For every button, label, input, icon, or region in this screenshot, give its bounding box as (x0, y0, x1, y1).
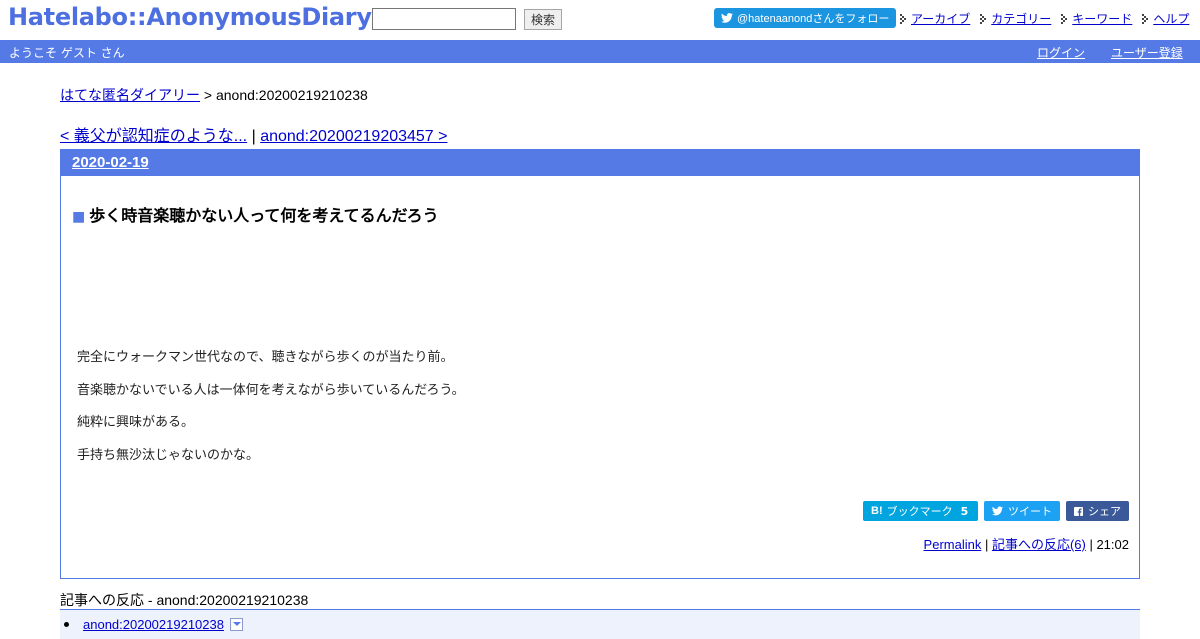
nav-keyword[interactable]: キーワード (1061, 10, 1132, 27)
entry-paragraph: 手持ち無沙汰じゃないのかな。 (77, 447, 260, 463)
entry-paragraph: 音楽聴かないでいる人は一体何を考えながら歩いているんだろう。 (77, 382, 465, 398)
entry-pager: < 義父が認知症のような... | anond:20200219203457 > (60, 122, 448, 146)
entry-body: 完全にウォークマン世代なので、聴きながら歩くのが当たり前。 音楽聴かないでいる人… (77, 349, 465, 479)
header-nav: アーカイブ カテゴリー キーワード ヘルプ (900, 10, 1199, 27)
entry-paragraph: 完全にウォークマン世代なので、聴きながら歩くのが当たり前。 (77, 350, 454, 365)
next-entry-link[interactable]: anond:20200219203457 > (260, 128, 447, 145)
login-link[interactable]: ログイン (1037, 44, 1085, 61)
nav-help[interactable]: ヘルプ (1142, 10, 1189, 27)
entry-title: ■ 歩く時音楽聴かない人って何を考えてるんだろう (72, 202, 439, 226)
entry-time: 21:02 (1096, 537, 1129, 552)
day-section: 2020-02-19 ■ 歩く時音楽聴かない人って何を考えてるんだろう 完全にウォ… (60, 149, 1140, 579)
breadcrumb-current: anond:20200219210238 (215, 87, 368, 103)
entry-paragraph: 純粋に興味がある。 (77, 415, 195, 430)
nav-help-link[interactable]: ヘルプ (1153, 10, 1189, 27)
follow-label: @hatenaanondさんをフォロー (737, 13, 890, 25)
reactions-title: 記事への反応 - anond:20200219210238 (60, 592, 309, 608)
footer-separator: | (981, 537, 992, 552)
twitter-bird-icon (721, 13, 733, 23)
dotted-arrow-icon (1142, 13, 1149, 24)
tweet-button[interactable]: ツイート (984, 501, 1060, 521)
site-logo[interactable]: Hatelabo::AnonymousDiary (8, 3, 372, 31)
bullet-icon (64, 622, 69, 627)
day-header: 2020-02-19 (61, 150, 1139, 176)
twitter-bird-icon (992, 506, 1003, 516)
facebook-share-label: シェア (1088, 505, 1121, 518)
breadcrumb: はてな匿名ダイアリー > anond:20200219210238 (60, 85, 368, 105)
day-date-link[interactable]: 2020-02-19 (72, 154, 149, 171)
hatena-bookmark-label: ブックマーク (886, 505, 953, 518)
entry-permalink-marker[interactable]: ■ (72, 209, 85, 225)
nav-archive[interactable]: アーカイブ (900, 10, 970, 27)
dotted-arrow-icon (900, 13, 906, 24)
prev-entry-link[interactable]: < 義父が認知症のような... (60, 128, 247, 145)
search-input[interactable] (372, 8, 516, 30)
dotted-arrow-icon (1061, 13, 1068, 24)
entry-footer: Permalink | 記事への反応(6) | 21:02 (924, 534, 1129, 553)
reactions-list: anond:20200219210238 (60, 609, 1140, 639)
welcome-text: ようこそ ゲスト さん (9, 46, 125, 60)
footer-separator: | (1085, 537, 1097, 552)
dotted-arrow-icon (980, 13, 987, 24)
nav-category[interactable]: カテゴリー (980, 10, 1051, 27)
breadcrumb-separator: > (200, 87, 216, 103)
chevron-down-icon[interactable] (229, 618, 243, 631)
user-bar: ようこそ ゲスト さん ログイン ユーザー登録 (0, 40, 1200, 63)
facebook-share-button[interactable]: シェア (1066, 501, 1129, 521)
nav-archive-link[interactable]: アーカイブ (911, 10, 970, 27)
share-buttons: B! ブックマーク 5 ツイート シェア (863, 501, 1129, 521)
pager-separator: | (247, 128, 261, 145)
nav-keyword-link[interactable]: キーワード (1072, 10, 1132, 27)
reactions-link[interactable]: 記事への反応(6) (992, 537, 1086, 552)
hatena-bookmark-button[interactable]: B! ブックマーク 5 (863, 501, 978, 521)
register-link[interactable]: ユーザー登録 (1111, 44, 1183, 61)
breadcrumb-home-link[interactable]: はてな匿名ダイアリー (60, 87, 200, 103)
permalink-link[interactable]: Permalink (924, 537, 982, 552)
facebook-icon (1074, 506, 1083, 516)
hatena-bookmark-icon: B! (871, 505, 883, 517)
tweet-label: ツイート (1008, 505, 1052, 518)
nav-category-link[interactable]: カテゴリー (991, 10, 1051, 27)
twitter-follow-button[interactable]: @hatenaanondさんをフォロー (714, 8, 896, 28)
search-button[interactable]: 検索 (524, 9, 562, 30)
site-header: Hatelabo::AnonymousDiary 検索 @hatenaanond… (0, 0, 1200, 40)
hatena-bookmark-count: 5 (960, 504, 969, 518)
entry-title-text: 歩く時音楽聴かない人って何を考えてるんだろう (89, 206, 439, 225)
